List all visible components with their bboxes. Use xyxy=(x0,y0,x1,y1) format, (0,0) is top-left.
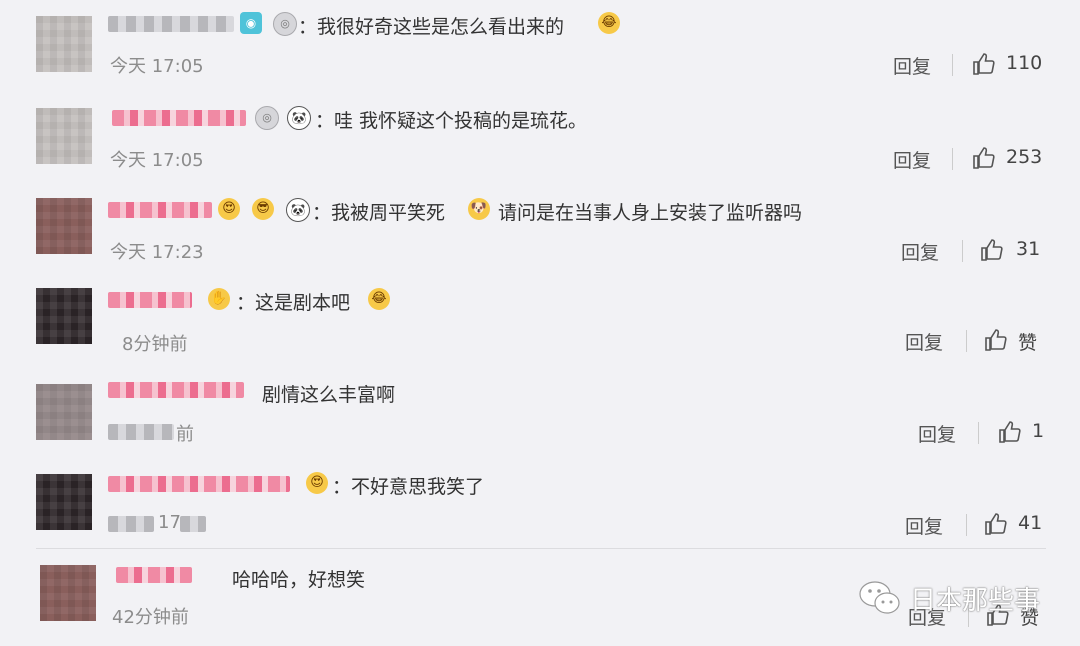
thumbs-up-icon[interactable] xyxy=(980,238,1004,262)
avatar[interactable] xyxy=(36,108,92,164)
avatar[interactable] xyxy=(36,474,92,530)
comment-time: 今天 17:23 xyxy=(110,242,204,263)
thumbs-up-icon[interactable] xyxy=(972,146,996,170)
comment-text: ：这是剧本吧 xyxy=(236,292,351,314)
doge-emoji: 🐶 xyxy=(468,198,490,220)
reply-button[interactable]: 回复 xyxy=(918,420,956,447)
separator xyxy=(952,54,953,76)
thumbs-up-icon[interactable] xyxy=(972,52,996,76)
comment-time: 8分钟前 xyxy=(122,334,188,355)
avatar[interactable] xyxy=(36,384,92,440)
reply-button[interactable]: 回复 xyxy=(905,512,943,539)
reply-button[interactable]: 回复 xyxy=(893,52,931,79)
comment-time: 42分钟前 xyxy=(112,607,189,628)
separator xyxy=(966,330,967,352)
comment-text: ：不好意思我笑了 xyxy=(332,476,485,498)
panda-emoji: 🐼 xyxy=(286,198,310,222)
avatar[interactable] xyxy=(36,288,92,344)
level-emoji: ✋ xyxy=(208,288,230,310)
comment-text: ：我被周平笑死 xyxy=(312,202,446,224)
watermark: 日本那些事 xyxy=(858,578,1040,618)
comment-text: 哈哈哈，好想笑 xyxy=(232,569,366,591)
comment-item: 😍 ：不好意思我笑了 17 回复 41 xyxy=(0,460,1080,548)
comment-text: ：哇 我怀疑这个投稿的是琉花。 xyxy=(315,110,588,132)
username-blurred[interactable] xyxy=(108,202,212,218)
wechat-icon xyxy=(859,581,900,614)
reply-button[interactable]: 回复 xyxy=(893,146,931,173)
comment-item: ✋ ：这是剧本吧 😂 8分钟前 回复 赞 xyxy=(0,276,1080,368)
laugh-emoji: 😂 xyxy=(598,12,620,34)
time-blurred xyxy=(108,424,174,440)
separator xyxy=(952,148,953,170)
panda-emoji: 🐼 xyxy=(287,106,311,130)
watermark-text: 日本那些事 xyxy=(910,585,1041,616)
username-blurred[interactable] xyxy=(112,110,246,126)
like-count: 31 xyxy=(1016,238,1041,260)
thumbs-up-icon[interactable] xyxy=(998,420,1022,444)
comment-time: 今天 17:05 xyxy=(110,150,204,171)
comment-time: 今天 17:05 xyxy=(110,56,204,77)
username-blurred[interactable] xyxy=(108,292,192,308)
thumbs-up-icon[interactable] xyxy=(984,328,1008,352)
separator xyxy=(978,422,979,444)
separator xyxy=(962,240,963,262)
avatar[interactable] xyxy=(36,16,92,72)
username-blurred[interactable] xyxy=(116,567,192,583)
like-count: 253 xyxy=(1006,146,1043,168)
username-blurred[interactable] xyxy=(108,382,244,398)
avatar[interactable] xyxy=(40,565,96,621)
medal-icon: ◎ xyxy=(255,106,279,130)
username-blurred[interactable] xyxy=(108,476,290,492)
reply-button[interactable]: 回复 xyxy=(901,238,939,265)
like-count: 41 xyxy=(1018,512,1043,534)
time-blurred xyxy=(180,516,206,532)
comment-list: ◉ ◎ ：我很好奇这些是怎么看出来的 😂 今天 17:05 回复 110 ◎ 🐼… xyxy=(0,0,1080,646)
camera-icon: ◉ xyxy=(240,12,262,34)
separator xyxy=(966,514,967,536)
comment-time: 前 xyxy=(176,424,194,445)
comment-time: 17 xyxy=(158,512,181,533)
avatar[interactable] xyxy=(36,198,92,254)
laugh-emoji: 😂 xyxy=(368,288,390,310)
sunglasses-emoji: 😎 xyxy=(252,198,274,220)
comment-text-2: 请问是在当事人身上安装了监听器吗 xyxy=(498,202,803,224)
heart-eyes-emoji: 😍 xyxy=(218,198,240,220)
username-blurred[interactable] xyxy=(108,16,234,32)
time-blurred xyxy=(108,516,154,532)
comment-item: 剧情这么丰富啊 前 回复 1 xyxy=(0,368,1080,460)
like-count: 1 xyxy=(1032,420,1045,442)
comment-item: ◎ 🐼 ：哇 我怀疑这个投稿的是琉花。 今天 17:05 回复 253 xyxy=(0,92,1080,184)
comment-text: ：我很好奇这些是怎么看出来的 xyxy=(298,16,565,38)
like-count: 110 xyxy=(1006,52,1043,74)
comment-item: ◉ ◎ ：我很好奇这些是怎么看出来的 😂 今天 17:05 回复 110 xyxy=(0,0,1080,92)
heart-eyes-emoji: 😍 xyxy=(306,472,328,494)
comment-item: 😍 😎 🐼 ：我被周平笑死 🐶 请问是在当事人身上安装了监听器吗 今天 17:2… xyxy=(0,184,1080,276)
medal-icon: ◎ xyxy=(273,12,297,36)
thumbs-up-icon[interactable] xyxy=(984,512,1008,536)
comment-text: 剧情这么丰富啊 xyxy=(262,384,396,406)
like-button-label[interactable]: 赞 xyxy=(1018,328,1037,355)
reply-button[interactable]: 回复 xyxy=(905,328,943,355)
